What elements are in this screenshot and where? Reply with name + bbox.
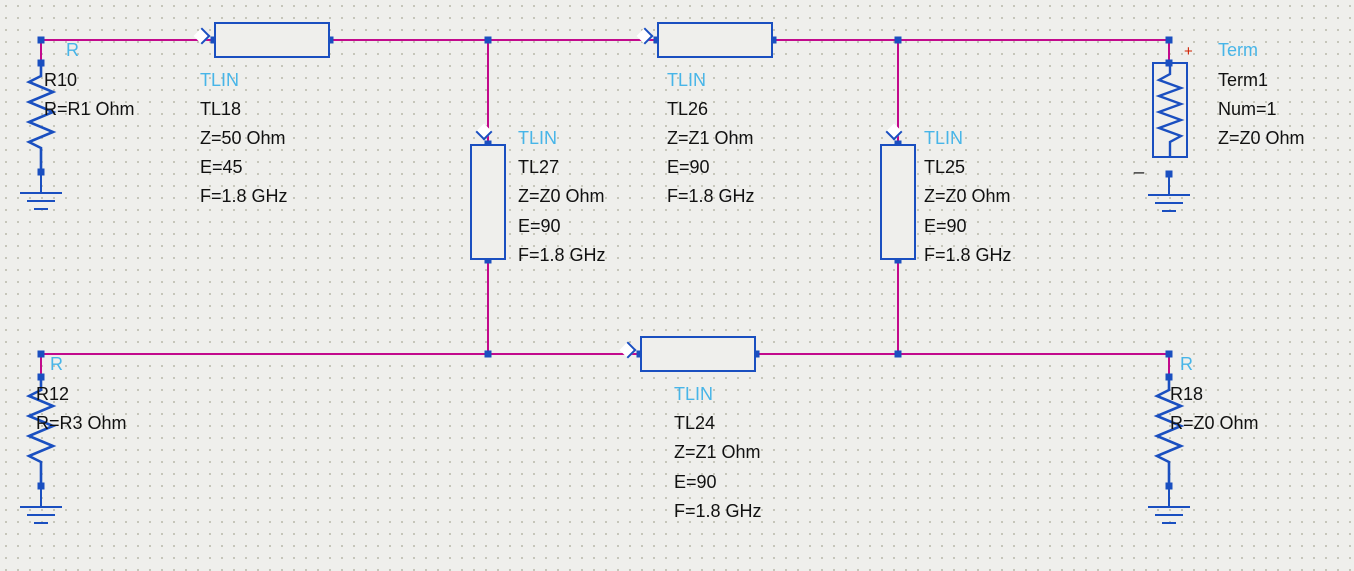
tl26-type: TLIN [667, 68, 706, 92]
tlin-tl25-symbol[interactable] [880, 144, 916, 260]
pin-marker [637, 28, 654, 45]
tl26-name: TL26 [667, 97, 708, 121]
pin-marker [476, 124, 493, 141]
tl24-name: TL24 [674, 411, 715, 435]
tl25-param-1: E=90 [924, 214, 967, 238]
r18-type: R [1180, 352, 1193, 376]
term1-name: Term1 [1218, 68, 1268, 92]
node [1166, 60, 1173, 67]
tlin-tl26-symbol[interactable] [657, 22, 773, 58]
tl27-param-2: F=1.8 GHz [518, 243, 606, 267]
ground-icon [1148, 194, 1190, 196]
node [38, 374, 45, 381]
tlin-tl24-symbol[interactable] [640, 336, 756, 372]
ground-icon [20, 192, 62, 194]
node [38, 37, 45, 44]
term1-param-0: Num=1 [1218, 97, 1277, 121]
tl26-param-2: F=1.8 GHz [667, 184, 755, 208]
ground-icon [27, 514, 55, 516]
r18-param-0: R=Z0 Ohm [1170, 411, 1259, 435]
wire [773, 39, 1170, 41]
node [485, 37, 492, 44]
tl27-param-0: Z=Z0 Ohm [518, 184, 605, 208]
ground-icon [1162, 522, 1176, 524]
node [895, 37, 902, 44]
node [1166, 37, 1173, 44]
ground-icon [1162, 210, 1176, 212]
ground-icon [1155, 514, 1183, 516]
schematic-canvas[interactable]: + _ R R10 R=R1 Ohm R R12 R=R3 Ohm R R18 … [0, 0, 1354, 571]
term1-param-1: Z=Z0 Ohm [1218, 126, 1305, 150]
ground-icon [1155, 202, 1183, 204]
tl24-type: TLIN [674, 382, 713, 406]
term1-type: Term [1218, 38, 1258, 62]
ground-icon [1168, 486, 1170, 506]
ground-icon [27, 200, 55, 202]
wire [756, 353, 1170, 355]
tl24-param-2: F=1.8 GHz [674, 499, 762, 523]
tl26-param-1: E=90 [667, 155, 710, 179]
tl26-param-0: Z=Z1 Ohm [667, 126, 754, 150]
wire [40, 353, 640, 355]
r12-param-0: R=R3 Ohm [36, 411, 127, 435]
term-plus: + [1184, 40, 1193, 64]
tl25-name: TL25 [924, 155, 965, 179]
pin-marker [886, 124, 903, 141]
r18-name: R18 [1170, 382, 1203, 406]
r10-type: R [66, 38, 79, 62]
tl27-type: TLIN [518, 126, 557, 150]
r12-name: R12 [36, 382, 69, 406]
tlin-tl27-symbol[interactable] [470, 144, 506, 260]
ground-icon [1148, 506, 1190, 508]
r12-type: R [50, 352, 63, 376]
tl18-param-1: E=45 [200, 155, 243, 179]
ground-icon [34, 522, 48, 524]
node [38, 351, 45, 358]
tl24-param-0: Z=Z1 Ohm [674, 440, 761, 464]
pin-marker [194, 28, 211, 45]
tl25-param-0: Z=Z0 Ohm [924, 184, 1011, 208]
tl27-name: TL27 [518, 155, 559, 179]
pin-marker [620, 342, 637, 359]
node [895, 351, 902, 358]
r10-param-0: R=R1 Ohm [44, 97, 135, 121]
tl24-param-1: E=90 [674, 470, 717, 494]
tl27-param-1: E=90 [518, 214, 561, 238]
tl18-name: TL18 [200, 97, 241, 121]
node [1166, 351, 1173, 358]
tlin-tl18-symbol[interactable] [214, 22, 330, 58]
tl18-type: TLIN [200, 68, 239, 92]
tl25-type: TLIN [924, 126, 963, 150]
node [485, 351, 492, 358]
wire [487, 260, 489, 354]
wire [897, 260, 899, 354]
ground-icon [40, 172, 42, 192]
node [38, 60, 45, 67]
ground-icon [40, 486, 42, 506]
tl18-param-0: Z=50 Ohm [200, 126, 286, 150]
wire [330, 39, 657, 41]
r10-name: R10 [44, 68, 77, 92]
ground-icon [34, 208, 48, 210]
node [1166, 374, 1173, 381]
tl18-param-2: F=1.8 GHz [200, 184, 288, 208]
ground-icon [20, 506, 62, 508]
ground-icon [1168, 174, 1170, 194]
term-minus: _ [1134, 152, 1144, 176]
tl25-param-2: F=1.8 GHz [924, 243, 1012, 267]
term1-symbol[interactable] [1152, 62, 1188, 158]
